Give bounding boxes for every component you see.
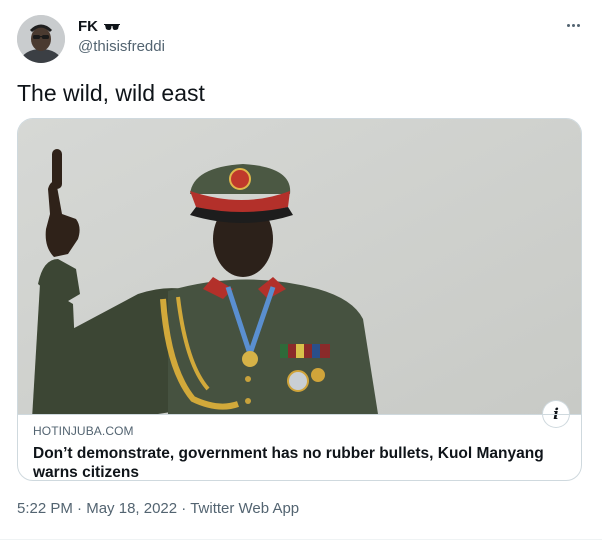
- meta-separator: ·: [77, 500, 83, 517]
- card-title[interactable]: Don’t demonstrate, government has no rub…: [33, 444, 569, 480]
- more-options-icon[interactable]: [562, 18, 584, 32]
- tweet-time[interactable]: 5:22 PM: [17, 500, 73, 517]
- tweet-source[interactable]: Twitter Web App: [190, 500, 299, 517]
- tweet-meta: 5:22 PM · May 18, 2022 · Twitter Web App: [17, 500, 299, 518]
- tweet: FK @thisisfreddi The wild, wild east i H…: [0, 0, 602, 541]
- card-body[interactable]: HOTINJUBA.COM Don’t demonstrate, governm…: [18, 414, 581, 480]
- tweet-text: The wild, wild east: [17, 80, 205, 106]
- author-handle[interactable]: @thisisfreddi: [78, 38, 165, 56]
- divider: [0, 539, 602, 540]
- avatar-photo: [17, 15, 65, 63]
- sunglasses-icon: [104, 24, 120, 30]
- author-name-row[interactable]: FK: [78, 18, 120, 36]
- meta-separator: ·: [181, 500, 187, 517]
- card-image[interactable]: [18, 119, 581, 419]
- card-domain: HOTINJUBA.COM: [33, 424, 134, 438]
- display-name[interactable]: FK: [78, 18, 98, 36]
- article-photo: [18, 119, 581, 419]
- avatar[interactable]: [17, 15, 65, 63]
- tweet-date[interactable]: May 18, 2022: [86, 500, 177, 517]
- link-card[interactable]: i HOTINJUBA.COM Don’t demonstrate, gover…: [17, 118, 582, 481]
